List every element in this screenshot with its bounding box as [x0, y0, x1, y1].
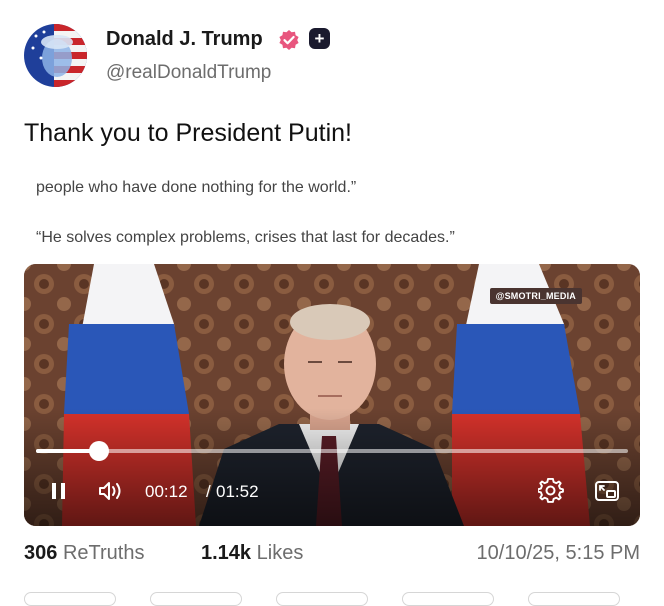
action-pill[interactable]	[528, 592, 620, 606]
post-text: Thank you to President Putin!	[24, 119, 352, 147]
author-name[interactable]: Donald J. Trump	[106, 28, 263, 51]
volume-icon[interactable]	[97, 479, 125, 503]
video-time-separator: /	[206, 482, 211, 501]
video-current-time: 00:12	[145, 482, 188, 501]
retruths-count: 306	[24, 542, 58, 564]
plus-icon: +	[309, 28, 330, 49]
action-pill[interactable]	[402, 592, 494, 606]
action-pill[interactable]	[150, 592, 242, 606]
video-total-time: 01:52	[216, 482, 259, 501]
post-timestamp: 10/10/25, 5:15 PM	[476, 542, 640, 564]
retruths-stat[interactable]: 306 ReTruths	[24, 542, 144, 565]
action-pill[interactable]	[276, 592, 368, 606]
pause-icon[interactable]	[50, 481, 68, 501]
likes-label: Likes	[256, 542, 304, 564]
likes-stat[interactable]: 1.14k Likes	[201, 542, 303, 565]
likes-count: 1.14k	[201, 542, 252, 564]
video-player[interactable]: @SMOTRI_MEDIA 00:12 / 01:52	[24, 264, 640, 526]
avatar-flag-portrait	[24, 24, 87, 87]
video-progress-bar[interactable]	[36, 441, 628, 461]
author-handle[interactable]: @realDonaldTrump	[106, 62, 271, 84]
retruths-label: ReTruths	[62, 542, 145, 564]
quote-line-2: “He solves complex problems, crises that…	[36, 229, 455, 246]
action-pill[interactable]	[24, 592, 116, 606]
gear-icon[interactable]	[538, 478, 564, 504]
quote-line-1: people who have done nothing for the wor…	[36, 179, 357, 196]
avatar[interactable]	[24, 24, 87, 87]
picture-in-picture-icon[interactable]	[594, 479, 620, 503]
verified-badge-icon	[279, 30, 299, 50]
video-watermark: @SMOTRI_MEDIA	[489, 288, 582, 304]
